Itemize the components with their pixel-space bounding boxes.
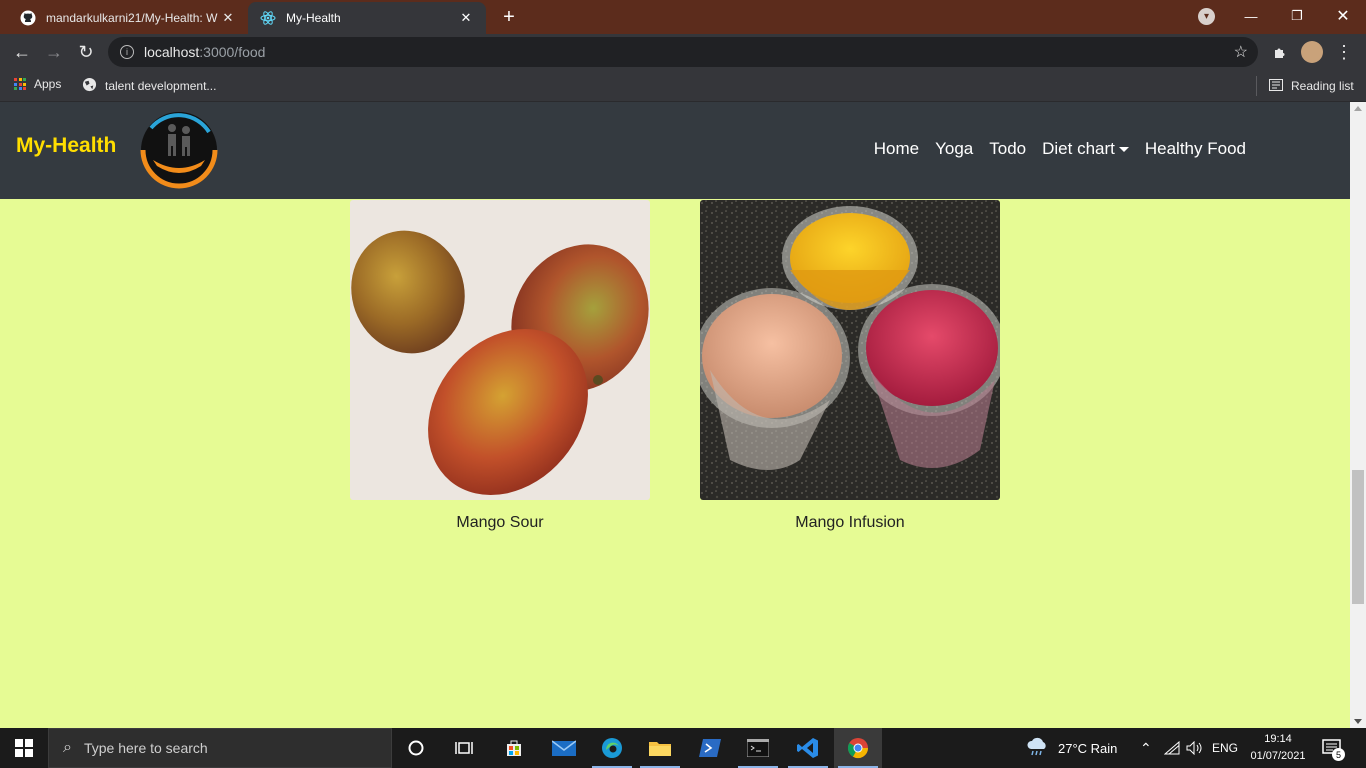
volume-icon[interactable]	[1186, 728, 1202, 768]
bookmark-label: talent development...	[105, 79, 217, 93]
tab-title: mandarkulkarni21/My-Health: W	[46, 11, 218, 25]
nav-home[interactable]: Home	[874, 139, 919, 159]
scroll-down-arrow-icon[interactable]	[1354, 719, 1362, 724]
tab-close-icon[interactable]: ✕	[458, 10, 474, 26]
new-tab-button[interactable]: +	[498, 6, 520, 28]
menu-kebab-icon[interactable]: ⋮	[1332, 40, 1356, 64]
microsoft-store-icon[interactable]	[490, 728, 538, 768]
minimize-icon[interactable]: —	[1228, 0, 1274, 32]
tab-github[interactable]: mandarkulkarni21/My-Health: W ✕	[8, 2, 248, 34]
nav-diet-chart[interactable]: Diet chart	[1042, 139, 1129, 159]
reading-list-label: Reading list	[1291, 79, 1354, 93]
cortana-icon[interactable]	[392, 728, 440, 768]
food-name: Mango Sour	[456, 514, 544, 531]
weather-widget[interactable]: 27°C Rain	[1026, 728, 1117, 768]
vscode-icon[interactable]	[784, 728, 832, 768]
notifications-icon[interactable]: 5	[1322, 728, 1345, 768]
close-window-icon[interactable]: ✕	[1320, 0, 1366, 32]
bookmark-apps[interactable]: Apps	[14, 77, 61, 91]
reading-list-button[interactable]: Reading list	[1256, 76, 1354, 96]
bookmark-talent[interactable]: talent development...	[82, 77, 216, 95]
nav-diet-chart-label: Diet chart	[1042, 139, 1115, 158]
nav-healthy-food[interactable]: Healthy Food	[1145, 139, 1246, 159]
site-info-icon[interactable]: i	[120, 45, 134, 59]
taskbar-search[interactable]: ⌕ Type here to search	[48, 728, 392, 768]
food-image-mangoes	[350, 200, 650, 500]
tab-close-icon[interactable]: ✕	[220, 10, 236, 26]
site-menu: Home Yoga Todo Diet chart Healthy Food	[874, 139, 1246, 159]
clock-time: 19:14	[1264, 733, 1292, 745]
back-icon[interactable]: ←	[10, 40, 34, 64]
clock-date: 01/07/2021	[1250, 750, 1306, 762]
chrome-icon[interactable]	[834, 728, 882, 768]
apps-grid-icon	[14, 78, 26, 90]
food-image-mango-infusion	[700, 200, 1000, 500]
nav-todo[interactable]: Todo	[989, 139, 1026, 159]
page-scrollbar[interactable]	[1350, 102, 1366, 728]
weather-text: 27°C Rain	[1058, 740, 1118, 756]
url-path: :3000/food	[199, 44, 266, 60]
network-icon[interactable]	[1164, 728, 1180, 768]
github-icon	[20, 10, 36, 26]
bookmark-label: Apps	[34, 77, 62, 91]
mail-icon[interactable]	[540, 728, 588, 768]
scrollbar-thumb[interactable]	[1352, 470, 1364, 604]
tab-my-health[interactable]: My-Health ✕	[248, 2, 486, 34]
site-navbar: My-Health Home Yoga Todo Diet chart Heal…	[0, 102, 1350, 199]
forward-icon[interactable]: →	[42, 40, 66, 64]
address-bar[interactable]: i localhost:3000/food ☆	[108, 37, 1258, 67]
edge-icon[interactable]	[588, 728, 636, 768]
rain-cloud-icon	[1026, 737, 1050, 760]
tab-strip: mandarkulkarni21/My-Health: W ✕ My-Healt…	[0, 0, 1366, 34]
tab-title: My-Health	[286, 11, 341, 25]
bookmark-star-icon[interactable]: ☆	[1234, 42, 1248, 62]
restore-icon[interactable]: ❐	[1274, 0, 1320, 32]
url-host: localhost	[144, 44, 200, 60]
windows-taskbar: ⌕ Type here to search 27°C Rain ⌃ ENG 19…	[0, 728, 1366, 768]
search-placeholder: Type here to search	[83, 740, 208, 756]
command-prompt-icon[interactable]	[734, 728, 782, 768]
scroll-up-arrow-icon[interactable]	[1354, 106, 1362, 111]
dropdown-caret-icon	[1118, 146, 1129, 152]
task-view-icon[interactable]	[440, 728, 488, 768]
reading-list-icon	[1269, 78, 1283, 94]
search-icon: ⌕	[63, 739, 72, 756]
language-indicator[interactable]: ENG	[1212, 728, 1238, 768]
food-card[interactable]: Mango Sour	[350, 200, 650, 532]
browser-toolbar: ← → ↻ i localhost:3000/food ☆ ⋮	[0, 34, 1366, 70]
file-explorer-icon[interactable]	[636, 728, 684, 768]
food-name: Mango Infusion	[795, 514, 905, 531]
globe-icon	[82, 77, 97, 95]
site-logo	[139, 110, 219, 190]
profile-avatar[interactable]	[1300, 40, 1324, 64]
bookmarks-bar: Apps talent development... Reading list	[0, 70, 1366, 102]
react-icon	[260, 10, 276, 26]
nav-yoga[interactable]: Yoga	[935, 139, 973, 159]
show-hidden-icons-icon[interactable]: ⌃	[1140, 728, 1152, 768]
powershell-icon[interactable]	[686, 728, 734, 768]
site-brand[interactable]: My-Health	[16, 134, 116, 158]
extensions-icon[interactable]	[1268, 40, 1292, 64]
food-card[interactable]: Mango Infusion	[700, 200, 1000, 532]
windows-start-icon[interactable]	[0, 728, 48, 768]
system-clock[interactable]: 19:14 01/07/2021	[1246, 731, 1310, 765]
tab-search-icon[interactable]: ▾	[1198, 8, 1215, 25]
notification-count: 5	[1332, 748, 1345, 761]
reload-icon[interactable]: ↻	[74, 40, 98, 64]
page-viewport: My-Health Home Yoga Todo Diet chart Heal…	[0, 102, 1350, 728]
